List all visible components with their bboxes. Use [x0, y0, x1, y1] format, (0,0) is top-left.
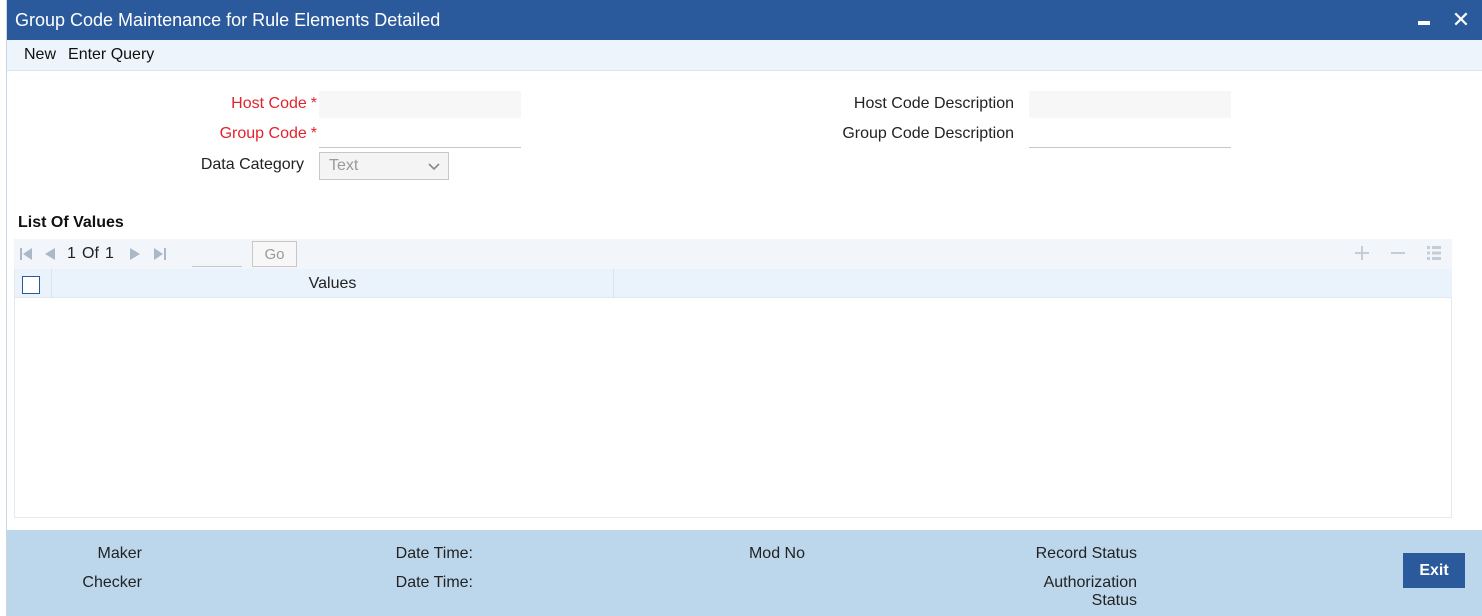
chevron-down-icon [428, 163, 440, 171]
plus-icon[interactable] [1354, 245, 1370, 261]
current-page: 1 [67, 245, 76, 262]
mod-no-label: Mod No [748, 545, 805, 562]
values-column-header: Values [308, 275, 357, 292]
grid-header: Values [15, 269, 1452, 298]
group-code-description-input[interactable] [1029, 121, 1231, 148]
group-code-input[interactable] [319, 121, 521, 148]
list-of-values-title: List Of Values [18, 214, 124, 231]
host-code-input[interactable] [319, 91, 521, 118]
host-code-description-input[interactable] [1029, 91, 1231, 118]
record-status-label: Record Status [1035, 545, 1137, 562]
values-grid: Values [14, 269, 1452, 518]
maker-date-time-label: Date Time: [395, 545, 473, 562]
select-all-checkbox[interactable] [22, 276, 40, 294]
host-code-label: Host Code * [231, 95, 317, 112]
go-button[interactable]: Go [252, 241, 297, 267]
audit-footer: Maker Checker Date Time: Date Time: Mod … [7, 530, 1482, 616]
host-code-description-label: Host Code Description [853, 95, 1014, 112]
list-icon[interactable] [1426, 245, 1442, 261]
column-divider [613, 269, 614, 298]
enter-query-menu-item[interactable]: Enter Query [68, 46, 154, 64]
authorization-label: Authorization [1043, 574, 1137, 591]
window: Group Code Maintenance for Rule Elements… [6, 0, 1482, 616]
last-page-icon[interactable] [153, 247, 167, 261]
page-of-label: Of [82, 245, 99, 262]
data-category-value: Text [329, 157, 359, 174]
group-code-description-label: Group Code Description [842, 125, 1014, 142]
checker-date-time-label: Date Time: [395, 574, 473, 591]
pager: 1 Of 1 Go [14, 239, 1452, 269]
minimize-icon[interactable] [1413, 9, 1435, 31]
minus-icon[interactable] [1390, 245, 1406, 261]
close-icon[interactable]: ✕ [1450, 9, 1472, 31]
data-category-select[interactable]: Text [319, 152, 449, 180]
new-menu-item[interactable]: New [24, 46, 56, 64]
first-page-icon[interactable] [19, 247, 33, 261]
window-title: Group Code Maintenance for Rule Elements… [15, 9, 441, 30]
group-code-label: Group Code * [219, 125, 317, 142]
previous-page-icon[interactable] [43, 247, 57, 261]
authorization-status-label: Status [1091, 592, 1137, 609]
next-page-icon[interactable] [128, 247, 142, 261]
checker-label: Checker [82, 574, 142, 591]
exit-button[interactable]: Exit [1403, 553, 1465, 588]
title-bar: Group Code Maintenance for Rule Elements… [7, 0, 1482, 40]
page-number-input[interactable] [192, 243, 242, 267]
data-category-label: Data Category [200, 156, 304, 173]
total-pages: 1 [105, 245, 114, 262]
maker-label: Maker [97, 545, 142, 562]
menu-bar: New Enter Query [7, 40, 1482, 71]
